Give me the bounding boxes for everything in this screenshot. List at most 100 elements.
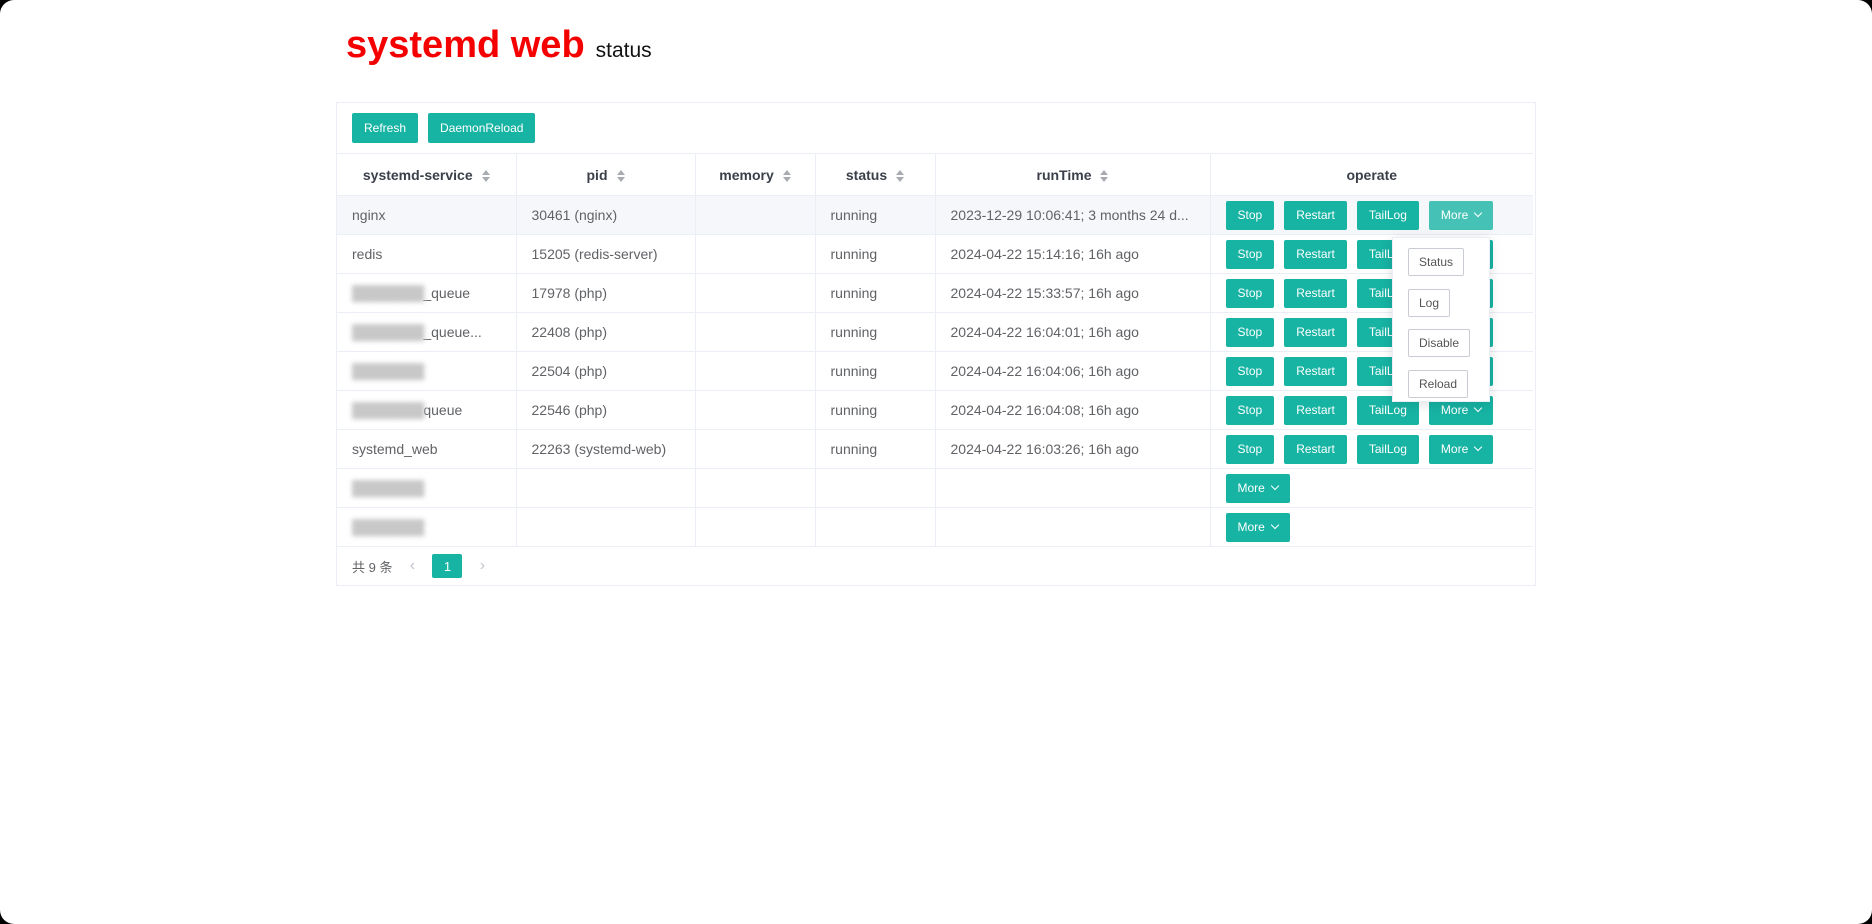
cell-operate: More [1210, 507, 1533, 547]
service-name: nginx [352, 207, 386, 223]
stop-button[interactable]: Stop [1225, 434, 1275, 464]
stop-button[interactable]: Stop [1225, 395, 1275, 425]
cell-service: ████████queue [337, 390, 517, 430]
table-row: ████████ 22504 (php) running 2024-04-22 16:… [337, 351, 1533, 391]
column-header-service[interactable]: systemd-service [337, 153, 517, 196]
cell-pid-text: 22408 (php) [531, 324, 608, 340]
cell-pid: 22263 (systemd-web) [516, 429, 696, 469]
more-button[interactable]: More [1225, 473, 1290, 503]
daemon-reload-button[interactable]: DaemonReload [428, 113, 536, 143]
more-dropdown-menu: Status Log Disable Reload [1392, 237, 1490, 402]
cell-runtime: 2024-04-22 16:04:08; 16h ago [935, 390, 1211, 430]
stop-button[interactable]: Stop [1225, 239, 1275, 269]
cell-status-text: running [830, 246, 878, 262]
cell-runtime [935, 507, 1211, 547]
restart-button[interactable]: Restart [1284, 200, 1347, 230]
cell-runtime-text: 2023-12-29 10:06:41; 3 months 24 d... [950, 207, 1189, 223]
cell-service: ████████_queue [337, 273, 517, 313]
table-row: systemd_web 22263 (systemd-web) running 202… [337, 429, 1533, 469]
restart-button[interactable]: Restart [1284, 239, 1347, 269]
cell-pid: 30461 (nginx) [516, 195, 696, 235]
column-header-runtime[interactable]: runTime [935, 153, 1211, 196]
column-header-memory[interactable]: memory [695, 153, 816, 196]
cell-status-text: running [830, 402, 878, 418]
chevron-down-icon [1474, 403, 1483, 413]
cell-status: running [815, 234, 936, 274]
cell-pid-text: 22546 (php) [531, 402, 608, 418]
table-header-row: systemd-service pid memory status runTim… [337, 153, 1533, 196]
column-header-pid[interactable]: pid [516, 153, 696, 196]
more-button[interactable]: More [1428, 200, 1494, 230]
redacted-text: ████████ [352, 324, 424, 340]
cell-memory [695, 273, 816, 313]
stop-button[interactable]: Stop [1225, 356, 1275, 386]
stop-button[interactable]: Stop [1225, 278, 1275, 308]
cell-status-text: running [830, 285, 878, 301]
taillog-button[interactable]: TailLog [1356, 434, 1419, 464]
cell-memory [695, 468, 816, 508]
cell-memory [695, 234, 816, 274]
cell-pid [516, 468, 696, 508]
more-button[interactable]: More [1428, 434, 1494, 464]
redacted-text: ████████ [352, 363, 424, 379]
cell-status: running [815, 312, 936, 352]
sort-icon[interactable] [896, 169, 905, 182]
cell-pid: 15205 (redis-server) [516, 234, 696, 274]
column-header-status[interactable]: status [815, 153, 936, 196]
dropdown-item-reload[interactable]: Reload [1408, 370, 1469, 398]
next-page-icon[interactable]: › [472, 555, 492, 577]
cell-pid-text: 30461 (nginx) [531, 207, 618, 223]
cell-runtime-text: 2024-04-22 16:04:08; 16h ago [950, 402, 1139, 418]
page-number-current[interactable]: 1 [432, 554, 463, 578]
services-table: systemd-service pid memory status runTim… [337, 153, 1533, 547]
cell-status: running [815, 195, 936, 235]
cell-service: nginx [337, 195, 517, 235]
table-row: ████████ More [337, 507, 1533, 547]
cell-pid: 22408 (php) [516, 312, 696, 352]
cell-runtime: 2024-04-22 15:33:57; 16h ago [935, 273, 1211, 313]
table-row: ████████queue 22546 (php) running 2024-04-2… [337, 390, 1533, 430]
cell-operate: Stop Restart TailLog More [1210, 195, 1533, 235]
sort-icon[interactable] [782, 169, 791, 182]
restart-button[interactable]: Restart [1284, 278, 1347, 308]
stop-button[interactable]: Stop [1225, 317, 1275, 347]
cell-status-text: running [830, 324, 878, 340]
cell-runtime-text: 2024-04-22 15:14:16; 16h ago [950, 246, 1139, 262]
cell-runtime: 2024-04-22 16:03:26; 16h ago [935, 429, 1211, 469]
taillog-button[interactable]: TailLog [1356, 200, 1419, 230]
restart-button[interactable]: Restart [1284, 395, 1347, 425]
cell-memory [695, 390, 816, 430]
dropdown-item-disable[interactable]: Disable [1408, 329, 1471, 357]
page-header: systemd web status [346, 24, 652, 67]
service-name: redis [352, 246, 383, 262]
prev-page-icon[interactable]: ‹ [402, 555, 422, 577]
cell-service: systemd_web [337, 429, 517, 469]
cell-pid-text: 22263 (systemd-web) [531, 441, 667, 457]
redacted-text: ████████ [352, 402, 424, 418]
cell-runtime: 2024-04-22 16:04:01; 16h ago [935, 312, 1211, 352]
cell-runtime-text: 2024-04-22 15:33:57; 16h ago [950, 285, 1139, 301]
cell-runtime-text: 2024-04-22 16:03:26; 16h ago [950, 441, 1139, 457]
sort-icon[interactable] [481, 169, 490, 182]
cell-status-text: running [830, 207, 878, 223]
redacted-text: ████████ [352, 285, 424, 301]
refresh-button[interactable]: Refresh [352, 113, 419, 143]
cell-pid [516, 507, 696, 547]
more-button[interactable]: More [1225, 512, 1290, 542]
stop-button[interactable]: Stop [1225, 200, 1275, 230]
chevron-down-icon [1270, 481, 1280, 491]
toolbar: Refresh DaemonReload [352, 113, 536, 143]
sort-icon[interactable] [1100, 169, 1109, 182]
restart-button[interactable]: Restart [1284, 317, 1347, 347]
table-row: ████████_queue... 22408 (php) running 2024-… [337, 312, 1533, 352]
dropdown-item-log[interactable]: Log [1408, 289, 1451, 317]
dropdown-item-status[interactable]: Status [1408, 248, 1465, 276]
restart-button[interactable]: Restart [1284, 434, 1347, 464]
sort-icon[interactable] [616, 169, 625, 182]
page-subtitle: status [595, 39, 652, 62]
cell-pid-text: 17978 (php) [531, 285, 608, 301]
cell-memory [695, 312, 816, 352]
cell-operate: More [1210, 468, 1533, 508]
cell-status: running [815, 351, 936, 391]
restart-button[interactable]: Restart [1284, 356, 1347, 386]
